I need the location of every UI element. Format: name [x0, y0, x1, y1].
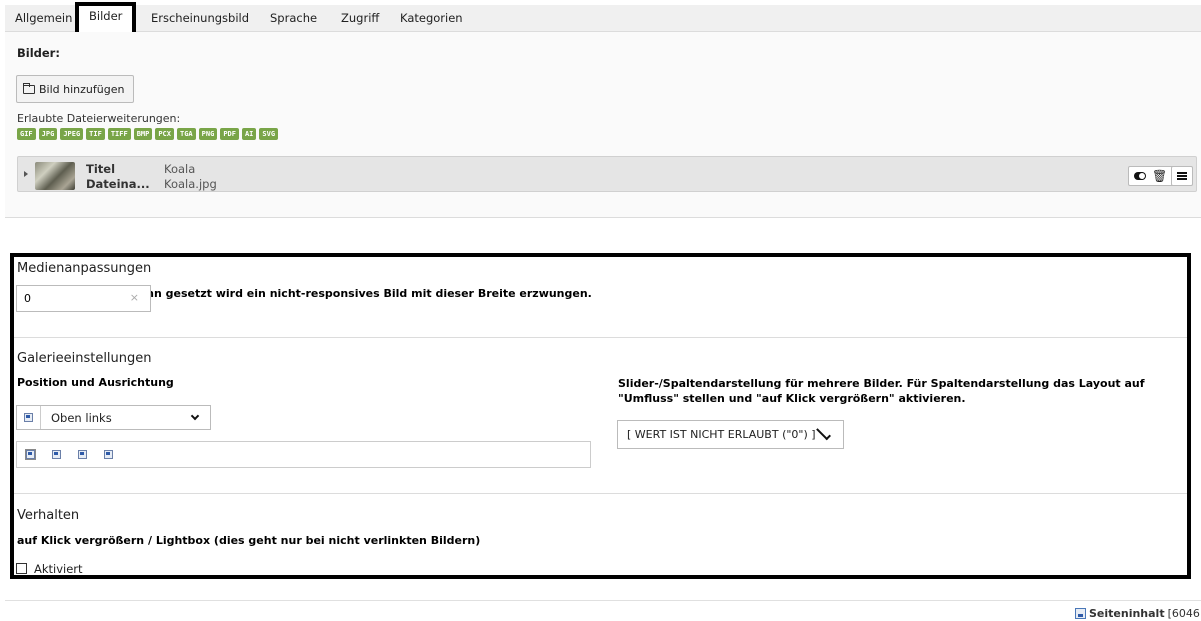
- width-input[interactable]: [17, 286, 117, 311]
- folder-icon: [23, 82, 35, 94]
- tab-kategorien[interactable]: Kategorien: [400, 5, 463, 32]
- footer-divider: [5, 600, 1201, 601]
- expand-caret-icon[interactable]: [24, 171, 28, 177]
- extension-badge: PNG: [198, 128, 218, 140]
- slider-select-value: [ WERT IST NICHT ERLAUBT ("0") ]: [627, 428, 816, 441]
- trash-icon[interactable]: 🗑: [1152, 170, 1167, 182]
- extension-badge: PDF: [220, 128, 239, 140]
- extension-badge: GIF: [17, 128, 36, 140]
- title-value: Koala: [164, 162, 196, 176]
- layout-top-left-icon[interactable]: [26, 450, 35, 459]
- position-icon-picker: [16, 441, 591, 468]
- top-left-layout-icon: [24, 413, 33, 422]
- toggle-visibility-icon[interactable]: [1134, 172, 1146, 180]
- extension-badges: GIF JPG JPEG TIF TIFF BMP PCX TGA PNG PD…: [17, 128, 279, 140]
- tab-zugriff[interactable]: Zugriff: [341, 5, 379, 32]
- record-id: [6046: [1167, 607, 1200, 620]
- slider-label: Slider-/Spaltendarstellung für mehrere B…: [618, 377, 1145, 405]
- record-label: Seiteninhalt: [1089, 607, 1165, 620]
- menu-icon: [1177, 172, 1187, 180]
- media-section-title: Medienanpassungen: [17, 261, 152, 276]
- title-key: Titel: [86, 162, 116, 176]
- position-label: Position und Ausrichtung: [17, 376, 174, 389]
- layout-top-center-icon[interactable]: [52, 450, 61, 459]
- gallery-section-title: Galerieeinstellungen: [17, 351, 152, 366]
- clear-icon[interactable]: ×: [130, 291, 139, 304]
- images-heading: Bilder:: [17, 46, 60, 60]
- position-select-value: Oben links: [51, 410, 112, 425]
- file-controls: 🗑: [1128, 166, 1176, 186]
- filename-value: Koala.jpg: [164, 177, 217, 191]
- chevron-down-icon: [815, 425, 831, 441]
- add-image-button[interactable]: Bild hinzufügen: [16, 75, 134, 103]
- extension-badge: AI: [241, 128, 257, 140]
- section-divider: [10, 493, 1191, 494]
- extension-badge: PCX: [155, 128, 174, 140]
- slider-select[interactable]: [ WERT IST NICHT ERLAUBT ("0") ]: [617, 420, 844, 449]
- allowed-extensions-label: Erlaubte Dateierweiterungen:: [17, 112, 181, 125]
- width-field[interactable]: ×: [16, 285, 151, 312]
- tab-allgemein[interactable]: Allgemein: [15, 5, 72, 32]
- position-preview-icon: [17, 406, 41, 429]
- images-panel: Bilder: Bild hinzufügen Erlaubte Dateier…: [5, 32, 1201, 218]
- position-select[interactable]: Oben links: [16, 405, 211, 430]
- chevron-down-icon: [190, 411, 200, 421]
- file-reference-row[interactable]: Titel Koala Dateina... Koala.jpg 🗑: [17, 156, 1197, 192]
- behaviour-section-title: Verhalten: [17, 508, 80, 523]
- lightbox-label: auf Klick vergrößern / Lightbox (dies ge…: [17, 534, 481, 547]
- extension-badge: JPEG: [60, 128, 84, 140]
- activated-checkbox[interactable]: [16, 563, 27, 574]
- extension-badge: SVG: [259, 128, 279, 140]
- filename-key: Dateina...: [86, 177, 150, 191]
- tab-erscheinungsbild[interactable]: Erscheinungsbild: [151, 5, 249, 32]
- layout-top-right-icon[interactable]: [78, 450, 87, 459]
- section-divider: [10, 337, 1191, 338]
- activated-label: Aktiviert: [34, 562, 83, 576]
- tab-sprache[interactable]: Sprache: [270, 5, 317, 32]
- extension-badge: TIF: [86, 128, 105, 140]
- extension-badge: BMP: [133, 128, 153, 140]
- content-element-icon: [1075, 608, 1086, 619]
- extension-badge: TGA: [177, 128, 196, 140]
- extension-badge: JPG: [38, 128, 58, 140]
- drag-handle-button[interactable]: [1171, 166, 1193, 186]
- record-info: Seiteninhalt [6046: [1075, 607, 1200, 620]
- image-thumbnail: [35, 162, 75, 190]
- add-image-label: Bild hinzufügen: [39, 82, 125, 96]
- extension-badge: TIFF: [107, 128, 131, 140]
- tab-bar: Allgemein Bilder Erscheinungsbild Sprach…: [5, 2, 1201, 38]
- layout-float-icon[interactable]: [104, 450, 113, 459]
